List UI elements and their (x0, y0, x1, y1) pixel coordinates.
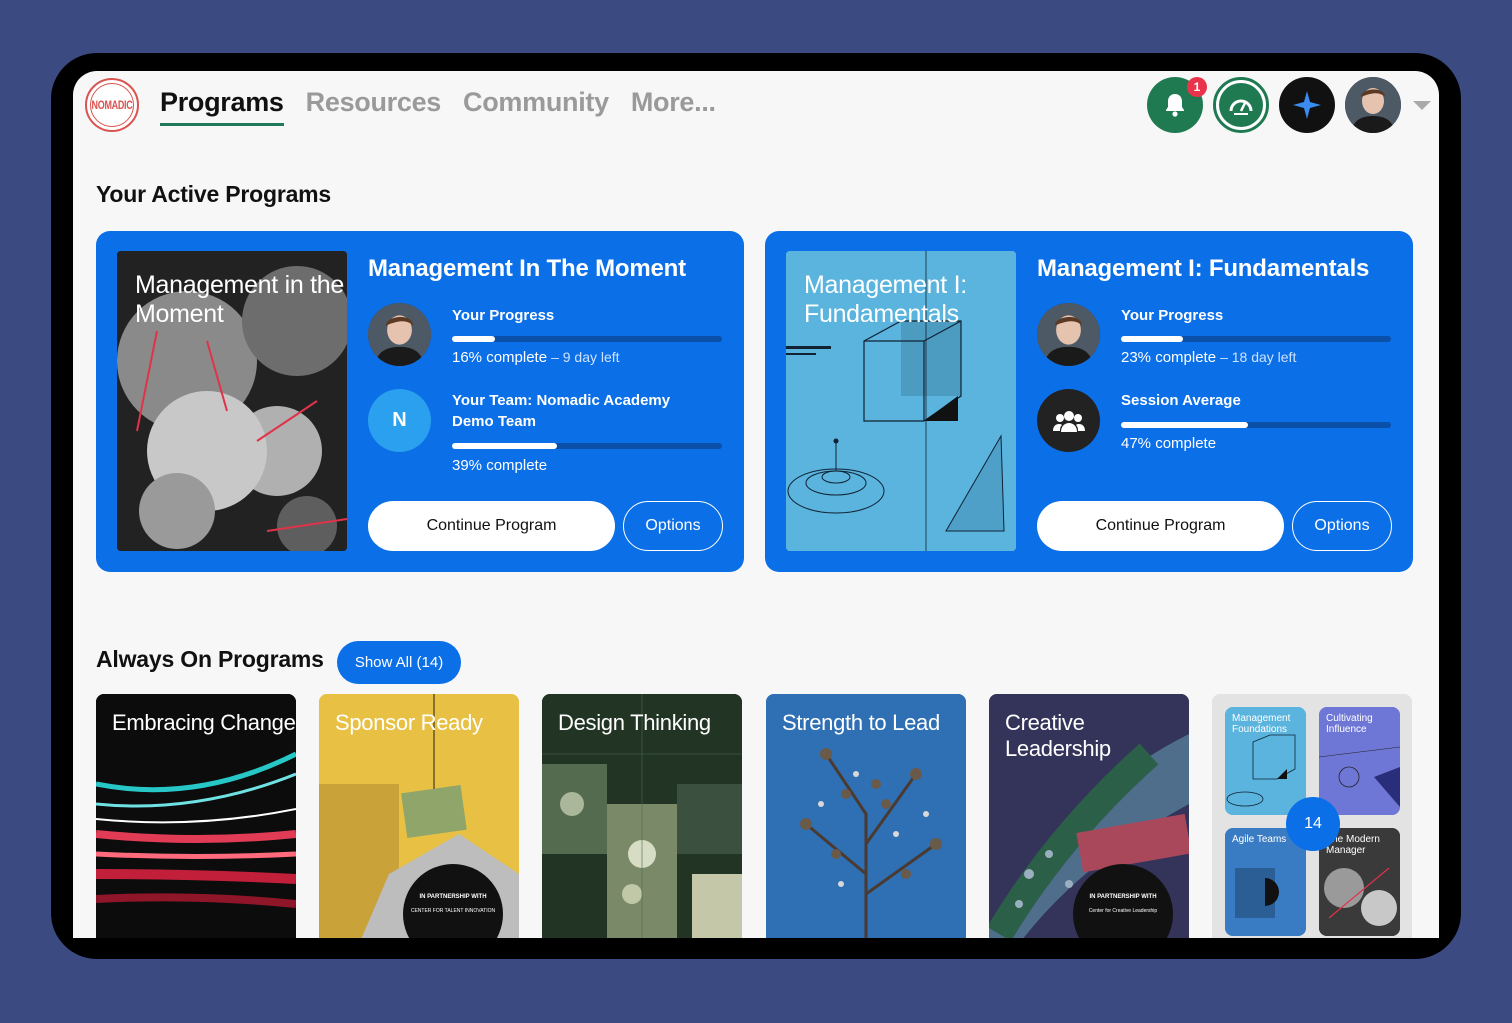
partner-logo-text: CENTER FOR TALENT INNOVATION (410, 908, 496, 914)
active-programs-title: Your Active Programs (96, 181, 332, 207)
program-tile-strength-to-lead[interactable]: Strength to Lead (766, 694, 966, 938)
team-progress-bar (452, 443, 722, 449)
progress-percent: 16% complete (452, 349, 548, 366)
session-average-fill (1121, 422, 1248, 428)
tile-title: Strength to Lead (782, 710, 940, 735)
notifications-button[interactable]: 1 (1147, 77, 1207, 133)
options-button[interactable]: Options (623, 501, 723, 551)
team-progress-text: 39% complete (452, 457, 548, 474)
tile-title: Embracing Change (112, 710, 296, 735)
group-icon (1052, 410, 1085, 432)
logo-text: NOMADIC (91, 98, 133, 112)
nomadic-logo[interactable]: NOMADIC (85, 78, 139, 132)
nav-community[interactable]: Community (463, 87, 609, 122)
partner-text: IN PARTNERSHIP WITH (1089, 894, 1157, 900)
session-average-bar (1121, 422, 1391, 428)
bell-icon (1166, 94, 1184, 117)
continue-program-button[interactable]: Continue Program (368, 501, 615, 551)
progress-label: Your Progress (452, 307, 555, 324)
user-photo-icon (1345, 77, 1401, 133)
program-title[interactable]: Management In The Moment (368, 255, 686, 283)
team-progress-fill (452, 443, 558, 449)
mini-tile-title: The Modern Manager (1326, 834, 1380, 856)
gauge-icon (1229, 99, 1253, 115)
progress-text: 23% complete – 18 day left (1121, 349, 1296, 366)
progress-bar (452, 336, 722, 342)
team-label: Your Team: Nomadic Academy Demo Team (452, 392, 671, 430)
header-actions: 1 (1147, 77, 1431, 133)
cover-title: Management in the Moment (135, 271, 344, 328)
avatar (368, 303, 431, 366)
days-left: – 18 day left (1220, 349, 1297, 365)
program-cover[interactable]: Management I: Fundamentals (786, 251, 1016, 551)
tile-title: Creative Leadership (1005, 710, 1111, 761)
program-tile-design-thinking[interactable]: Design Thinking (542, 694, 742, 938)
program-tile-embracing-change[interactable]: Embracing Change (96, 694, 296, 938)
program-tile-sponsor-ready[interactable]: Sponsor Ready IN PARTNERSHIP WITH CENTER… (319, 694, 519, 938)
mini-tile: The Modern Manager (1319, 828, 1400, 936)
nav-more[interactable]: More... (631, 87, 716, 122)
sparkle-icon (1293, 91, 1321, 119)
session-average-label: Session Average (1121, 392, 1241, 409)
more-programs-count-badge[interactable]: 14 (1286, 797, 1340, 851)
program-tile-creative-leadership[interactable]: Creative Leadership IN PARTNERSHIP WITH … (989, 694, 1189, 938)
user-photo-icon (1037, 303, 1100, 366)
session-average-avatar (1037, 389, 1100, 452)
nav-programs[interactable]: Programs (160, 87, 284, 126)
continue-program-button[interactable]: Continue Program (1037, 501, 1284, 551)
program-cover[interactable]: Management in the Moment (117, 251, 347, 551)
mini-tile: Management Foundations (1225, 707, 1306, 815)
progress-bar (1121, 336, 1391, 342)
user-photo-icon (368, 303, 431, 366)
progress-fill (452, 336, 496, 342)
mini-tile-title: Cultivating Influence (1326, 713, 1373, 735)
mini-tile: Agile Teams (1225, 828, 1306, 936)
tile-title: Design Thinking (558, 710, 711, 735)
team-initial: N (392, 409, 407, 431)
app-screen: NOMADIC Programs Resources Community Mor… (73, 71, 1439, 938)
dashboard-button[interactable] (1213, 77, 1269, 133)
chevron-down-icon[interactable] (1413, 100, 1431, 110)
progress-text: 16% complete – 9 day left (452, 349, 620, 366)
session-average-text: 47% complete (1121, 435, 1217, 452)
progress-percent: 23% complete (1121, 349, 1217, 366)
main-nav: Programs Resources Community More... (160, 87, 738, 126)
mini-tile-title: Management Foundations (1232, 713, 1291, 735)
cover-title: Management I: Fundamentals (804, 271, 967, 328)
progress-label: Your Progress (1121, 307, 1224, 324)
ai-assistant-button[interactable] (1279, 77, 1335, 133)
notification-badge: 1 (1187, 77, 1207, 97)
partner-text: IN PARTNERSHIP WITH (419, 894, 487, 900)
always-on-title: Always On Programs (96, 646, 324, 672)
avatar (1037, 303, 1100, 366)
program-card: Management I: Fundamentals Management I:… (765, 231, 1413, 572)
tile-title: Sponsor Ready (335, 710, 483, 735)
options-button[interactable]: Options (1292, 501, 1392, 551)
user-avatar[interactable] (1345, 77, 1401, 133)
nav-resources[interactable]: Resources (306, 87, 442, 122)
program-title[interactable]: Management I: Fundamentals (1037, 255, 1369, 283)
mini-tile: Cultivating Influence (1319, 707, 1400, 815)
days-left: – 9 day left (551, 349, 620, 365)
team-avatar: N (368, 389, 431, 452)
partner-logo-text: Center for Creative Leadership (1088, 908, 1158, 914)
mini-tile-title: Agile Teams (1232, 834, 1287, 845)
show-all-button[interactable]: Show All (14) (337, 641, 461, 684)
program-card: Management in the Moment Management In T… (96, 231, 744, 572)
progress-fill (1121, 336, 1184, 342)
